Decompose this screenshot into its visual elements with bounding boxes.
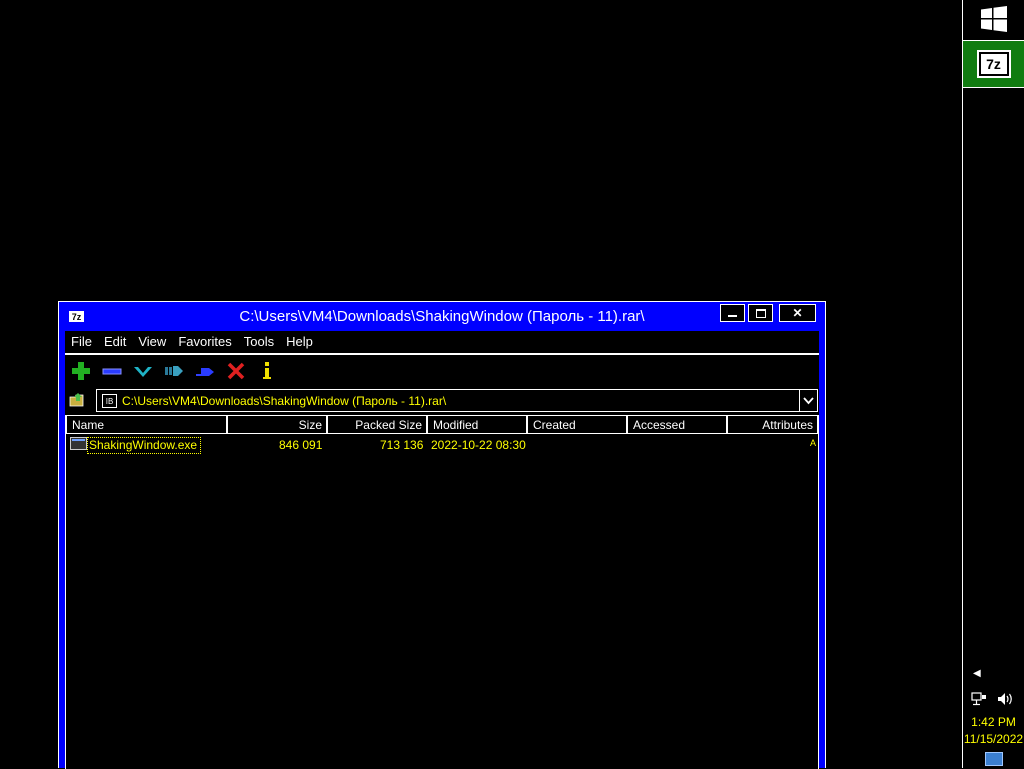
windows-logo-icon <box>980 6 1007 32</box>
file-attributes: A <box>810 438 817 448</box>
copy-icon <box>164 366 183 376</box>
minimize-icon <box>728 314 737 317</box>
executable-file-icon <box>70 437 87 450</box>
archive-icon: IB <box>102 394 117 408</box>
menu-bar: File Edit View Favorites Tools Help <box>65 331 819 353</box>
test-icon <box>133 367 152 377</box>
table-row[interactable]: ShakingWindow.exe 846 091 713 136 2022-1… <box>66 436 818 454</box>
notification-icon[interactable] <box>985 752 1003 766</box>
title-bar[interactable]: 7z C:\Users\VM4\Downloads\ShakingWindow … <box>59 302 825 331</box>
folder-up-button[interactable] <box>69 392 87 413</box>
menu-view[interactable]: View <box>132 331 172 353</box>
address-row: IB C:\Users\VM4\Downloads\ShakingWindow … <box>65 389 819 413</box>
column-name[interactable]: Name <box>66 416 227 434</box>
extract-icon <box>102 368 121 375</box>
address-dropdown-button[interactable] <box>799 390 817 411</box>
taskbar: 7z ◀ 1:42 PM 11/15/2022 <box>962 0 1024 768</box>
7zip-icon: 7z <box>976 50 1011 78</box>
window-title: C:\Users\VM4\Downloads\ShakingWindow (Па… <box>239 308 645 325</box>
close-icon: ✕ <box>792 306 803 320</box>
file-name[interactable]: ShakingWindow.exe <box>87 437 202 454</box>
delete-icon <box>227 362 244 380</box>
menu-separator <box>65 353 819 355</box>
menu-tools[interactable]: Tools <box>238 331 280 353</box>
info-button[interactable] <box>251 359 282 383</box>
menu-help[interactable]: Help <box>280 331 319 353</box>
move-icon <box>195 368 214 376</box>
start-button[interactable] <box>963 0 1024 38</box>
file-size: 846 091 <box>279 438 323 452</box>
column-size[interactable]: Size <box>227 416 327 434</box>
column-attributes[interactable]: Attributes <box>727 416 818 434</box>
tray-clock[interactable]: 1:42 PM 11/15/2022 <box>963 714 1024 748</box>
menu-favorites[interactable]: Favorites <box>172 331 237 353</box>
file-modified: 2022-10-22 08:30 <box>431 438 526 452</box>
clock-date: 11/15/2022 <box>963 732 1024 746</box>
network-icon[interactable] <box>971 692 987 706</box>
add-icon <box>71 362 90 380</box>
address-path: C:\Users\VM4\Downloads\ShakingWindow (Па… <box>122 394 447 408</box>
column-packed-size[interactable]: Packed Size <box>327 416 427 434</box>
column-accessed[interactable]: Accessed <box>627 416 727 434</box>
folder-up-icon <box>69 393 84 407</box>
speaker-icon[interactable] <box>997 692 1015 706</box>
tray-icons <box>971 692 1015 706</box>
close-button[interactable]: ✕ <box>779 304 816 322</box>
column-created[interactable]: Created <box>527 416 627 434</box>
file-list[interactable]: Name Size Packed Size Modified Created A… <box>65 415 819 769</box>
window-client: File Edit View Favorites Tools Help IB C… <box>65 331 819 769</box>
info-icon <box>262 362 271 379</box>
extract-button[interactable] <box>96 359 127 383</box>
file-packed-size: 713 136 <box>380 438 424 452</box>
column-modified[interactable]: Modified <box>427 416 527 434</box>
test-button[interactable] <box>127 359 158 383</box>
menu-file[interactable]: File <box>65 331 98 353</box>
maximize-icon <box>755 308 766 318</box>
toolbar <box>65 359 282 383</box>
copy-button[interactable] <box>158 359 189 383</box>
taskbar-7zip-button[interactable]: 7z <box>963 40 1024 88</box>
menu-edit[interactable]: Edit <box>98 331 132 353</box>
delete-button[interactable] <box>220 359 251 383</box>
clock-time: 1:42 PM <box>971 715 1016 729</box>
maximize-button[interactable] <box>748 304 773 322</box>
7zip-window: 7z C:\Users\VM4\Downloads\ShakingWindow … <box>58 301 826 769</box>
chevron-left-icon[interactable]: ◀ <box>973 668 981 679</box>
move-button[interactable] <box>189 359 220 383</box>
list-header: Name Size Packed Size Modified Created A… <box>66 416 818 435</box>
address-bar[interactable]: IB C:\Users\VM4\Downloads\ShakingWindow … <box>96 389 818 412</box>
minimize-button[interactable] <box>720 304 745 322</box>
chevron-down-icon <box>803 396 814 404</box>
add-button[interactable] <box>65 359 96 383</box>
